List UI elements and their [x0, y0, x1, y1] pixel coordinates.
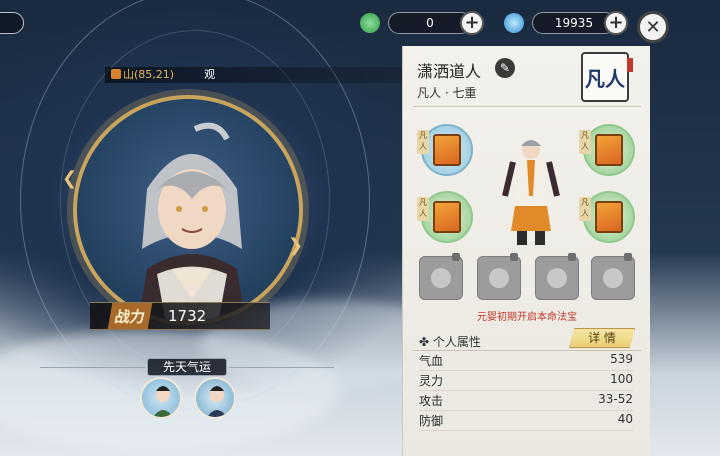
news-ticker: 山(85,21) 观	[105, 67, 425, 83]
stat-value: 100	[610, 372, 633, 386]
spirit-stone-value: 19935	[554, 16, 594, 30]
divider	[40, 367, 145, 368]
character-figure	[502, 140, 560, 245]
stat-label: 灵力	[419, 374, 444, 388]
lock-icon	[624, 253, 632, 261]
character-name: 潇洒道人	[417, 62, 482, 81]
skill-book-slot[interactable]: 凡人	[579, 191, 635, 243]
stat-label: 防御	[419, 414, 444, 428]
close-icon: ✕	[645, 16, 661, 38]
stat-row: 灵力 100	[419, 372, 633, 391]
power-bar: 战力 1732	[90, 302, 270, 330]
power-value: 1732	[168, 307, 207, 325]
skill-book-slot[interactable]: 凡人	[417, 191, 473, 243]
clover-icon: ✤	[419, 335, 433, 349]
character-portrait	[73, 95, 303, 325]
book-icon	[433, 201, 461, 233]
lock-icon	[568, 253, 576, 261]
stat-label: 气血	[419, 354, 444, 368]
attributes-title-text: 个人属性	[432, 335, 481, 349]
skill-book-slot[interactable]: 凡人	[579, 124, 635, 176]
locked-treasure-slot[interactable]	[591, 253, 635, 300]
jade-value: 0	[426, 16, 434, 30]
item-tag: 凡人	[417, 197, 429, 221]
divider	[229, 367, 334, 368]
locked-treasure-slot[interactable]	[535, 253, 579, 300]
treasure-silhouette-icon	[431, 268, 451, 288]
fate-avatar[interactable]	[194, 377, 236, 419]
power-label: 战力	[107, 303, 153, 329]
seal-text: 凡人	[585, 66, 625, 91]
seal-stamp	[627, 58, 633, 72]
stat-row: 防御 40	[419, 412, 633, 431]
details-button[interactable]: 详 情	[569, 328, 635, 348]
locked-treasure-slot[interactable]	[477, 253, 521, 300]
back-pill[interactable]	[0, 12, 24, 34]
arrow-left-icon: ❮	[62, 168, 78, 189]
lock-icon	[510, 253, 518, 261]
stat-value: 539	[610, 352, 633, 366]
close-button[interactable]: ✕	[637, 11, 669, 43]
stat-row: 气血 539	[419, 352, 633, 371]
book-icon	[433, 134, 461, 166]
stat-row: 攻击 33-52	[419, 392, 633, 411]
item-tag: 凡人	[417, 130, 429, 154]
fate-label: 先天气运	[147, 358, 227, 376]
realm-seal: 凡人	[581, 52, 633, 102]
treasure-silhouette-icon	[603, 268, 623, 288]
stat-value: 40	[617, 412, 633, 426]
attributes-title: ✤ 个人属性	[419, 333, 481, 350]
item-tag: 凡人	[579, 197, 591, 221]
stat-label: 攻击	[419, 394, 444, 408]
item-tag: 凡人	[579, 130, 591, 154]
ticker-suffix: 观	[204, 68, 216, 81]
lock-icon	[452, 253, 460, 261]
skill-book-slot[interactable]: 凡人	[417, 124, 473, 176]
add-jade-button[interactable]: +	[460, 11, 484, 35]
treasure-silhouette-icon	[547, 268, 567, 288]
character-portrait-art	[138, 122, 246, 321]
character-realm: 凡人 · 七重	[417, 86, 477, 100]
ticker-icon	[111, 69, 121, 79]
ticker-text: 山(85,21)	[123, 68, 175, 81]
divider	[413, 350, 641, 351]
stat-value: 33-52	[598, 392, 633, 406]
divider	[413, 106, 641, 107]
blue-crystal-icon	[504, 13, 524, 33]
rename-icon[interactable]: ✎	[495, 58, 515, 78]
treasure-silhouette-icon	[489, 268, 509, 288]
locked-treasure-slot[interactable]	[419, 253, 463, 300]
character-panel: 潇洒道人 ✎ 凡人 · 七重 凡人 凡人 凡人 凡人 凡人 元婴初期开启本命法宝…	[402, 46, 650, 456]
unlock-hint: 元婴初期开启本命法宝	[477, 312, 577, 323]
add-spirit-stone-button[interactable]: +	[604, 11, 628, 35]
fate-avatar[interactable]	[140, 377, 182, 419]
book-icon	[595, 134, 623, 166]
arrow-right-icon: ❯	[288, 235, 304, 256]
green-ring-icon	[360, 13, 380, 33]
book-icon	[595, 201, 623, 233]
